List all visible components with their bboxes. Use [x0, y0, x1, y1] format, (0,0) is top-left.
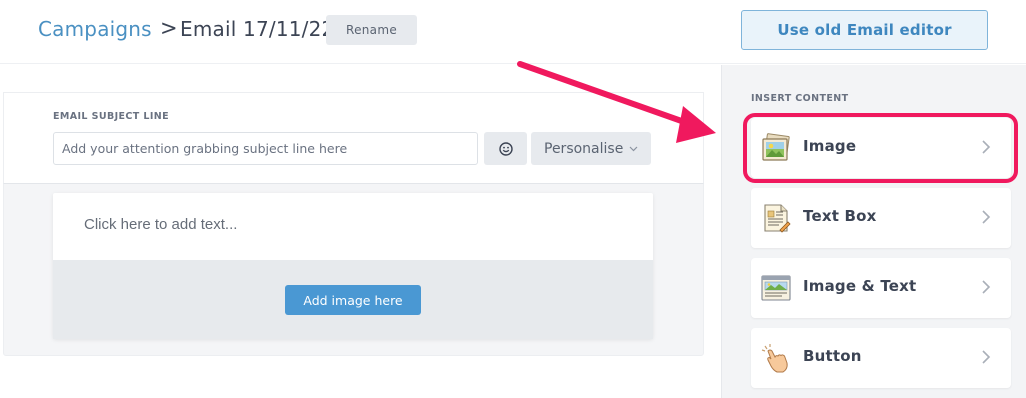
insert-item-label: Text Box: [803, 207, 877, 225]
image-text-icon: [761, 275, 791, 301]
breadcrumb-campaigns-link[interactable]: Campaigns: [38, 17, 152, 41]
subject-line-label: EMAIL SUBJECT LINE: [53, 111, 169, 122]
insert-image-text-item[interactable]: Image & Text: [751, 258, 1011, 318]
breadcrumb-separator: >: [160, 16, 178, 40]
chevron-right-icon: [982, 350, 991, 364]
insert-text-box-item[interactable]: Text Box: [751, 188, 1011, 248]
chevron-right-icon: [982, 210, 991, 224]
personalise-dropdown[interactable]: Personalise: [531, 132, 651, 165]
page-title: Email 17/11/22: [180, 17, 335, 41]
insert-item-label: Image & Text: [803, 277, 917, 295]
highlight-box: [743, 113, 1018, 183]
text-box-icon: [764, 204, 791, 233]
rename-button[interactable]: Rename: [326, 15, 417, 45]
chevron-right-icon: [982, 280, 991, 294]
subject-line-input[interactable]: Add your attention grabbing subject line…: [53, 132, 478, 165]
use-old-editor-button[interactable]: Use old Email editor: [741, 10, 988, 50]
top-header: Campaigns > Email 17/11/22 Rename Use ol…: [0, 0, 1026, 64]
text-block-placeholder[interactable]: Click here to add text...: [84, 216, 237, 233]
insert-item-label: Button: [803, 347, 862, 365]
smiley-icon: [498, 141, 513, 156]
insert-content-title: INSERT CONTENT: [751, 93, 849, 104]
personalise-label: Personalise: [544, 140, 624, 157]
insert-button-item[interactable]: Button: [751, 328, 1011, 388]
emoji-button[interactable]: [484, 132, 527, 165]
pointing-hand-icon: [761, 344, 788, 373]
chevron-down-icon: [629, 146, 638, 152]
add-image-button[interactable]: Add image here: [285, 285, 421, 315]
